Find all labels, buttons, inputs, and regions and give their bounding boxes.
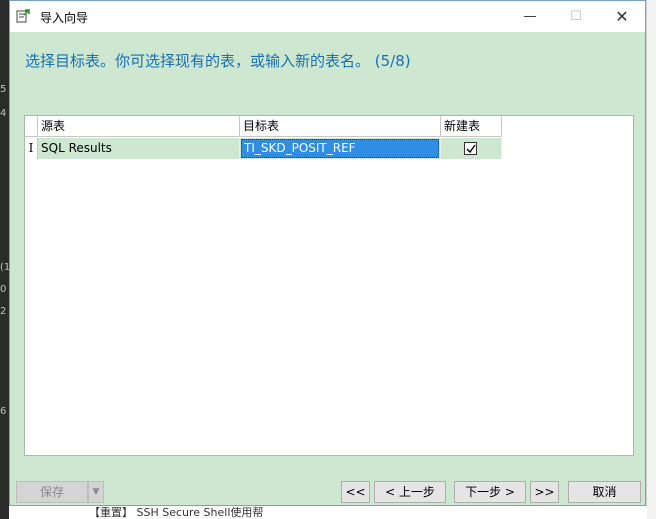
title-bar[interactable]: 导入向导 — ☐ ✕: [10, 1, 645, 32]
background-app-right-edge: [646, 0, 656, 519]
table-mapping-grid: 源表 目标表 新建表 I SQL Results TI_SKD_POSIT_RE…: [24, 115, 634, 456]
target-table-input[interactable]: TI_SKD_POSIT_REF: [241, 139, 439, 158]
bg-char: 4: [0, 108, 7, 119]
import-wizard-dialog: 导入向导 — ☐ ✕ 选择目标表。你可选择现有的表，或输入新的表名。 (5/8)…: [9, 0, 646, 506]
row-selector-header: [25, 116, 38, 137]
minimize-button[interactable]: —: [507, 1, 553, 32]
checkmark-icon: [466, 144, 476, 154]
window-title: 导入向导: [40, 11, 89, 25]
maximize-button[interactable]: ☐: [553, 1, 599, 32]
bg-char: 5: [0, 84, 7, 95]
grid-header-row: 源表 目标表 新建表: [25, 116, 503, 137]
first-step-button[interactable]: <<: [341, 481, 370, 503]
last-step-button[interactable]: >>: [530, 481, 559, 503]
column-header-new-table[interactable]: 新建表: [441, 116, 502, 137]
column-header-target[interactable]: 目标表: [240, 116, 441, 137]
bg-char: 0: [0, 284, 7, 295]
table-row[interactable]: I SQL Results TI_SKD_POSIT_REF: [25, 138, 503, 159]
bg-char: 2: [0, 306, 7, 317]
step-heading: 选择目标表。你可选择现有的表，或输入新的表名。 (5/8): [25, 52, 411, 70]
source-table-cell[interactable]: SQL Results: [38, 138, 240, 159]
previous-button[interactable]: < 上一步: [374, 481, 446, 503]
cancel-button[interactable]: 取消: [568, 481, 641, 503]
bg-char: 6: [0, 406, 7, 417]
save-button[interactable]: 保存: [16, 481, 88, 503]
bg-bottom-text: 【重置】 SSH Secure Shell使用帮: [89, 506, 264, 519]
next-button[interactable]: 下一步 >: [454, 481, 526, 503]
background-app-bottom-strip: 【重置】 SSH Secure Shell使用帮: [9, 506, 647, 519]
new-table-checkbox[interactable]: [464, 142, 477, 155]
chevron-down-icon[interactable]: ▼: [88, 481, 104, 503]
row-selector[interactable]: I: [25, 138, 38, 159]
background-app-left-edge: 5 4 (1 0 2 6: [0, 0, 10, 519]
column-header-source[interactable]: 源表: [38, 116, 240, 137]
import-wizard-icon: [16, 9, 30, 23]
close-button[interactable]: ✕: [599, 1, 645, 32]
